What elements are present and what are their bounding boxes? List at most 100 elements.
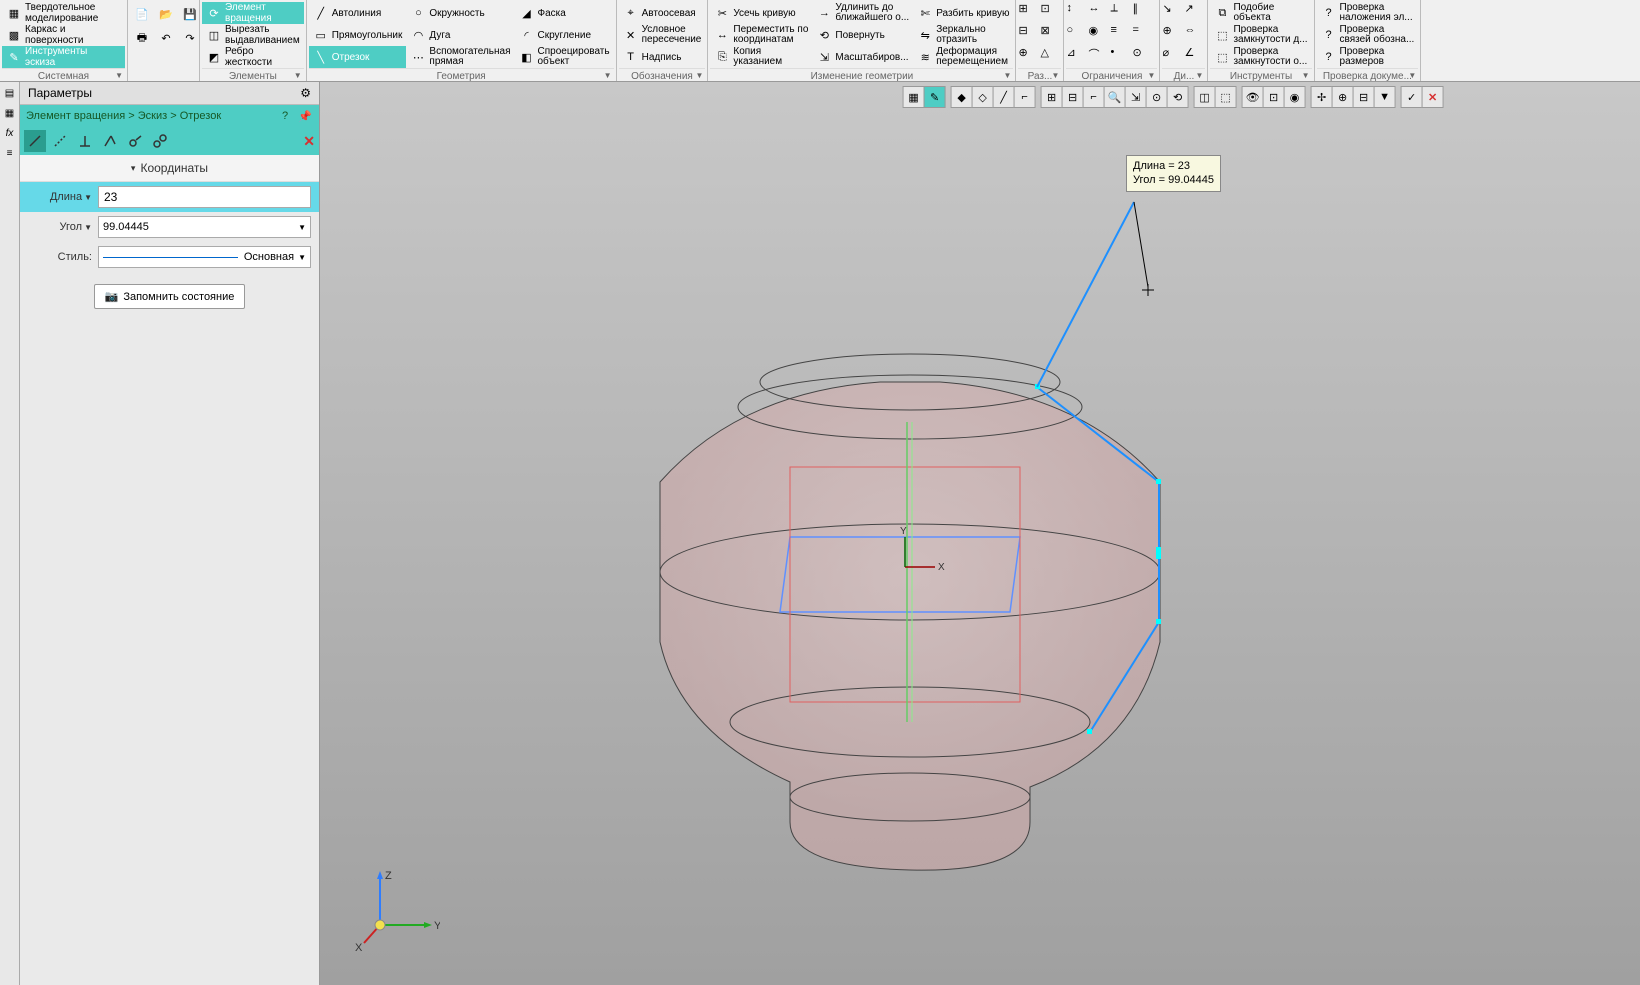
section-coordinates[interactable]: ▾ Координаты xyxy=(20,155,319,182)
autoaxis-button[interactable]: ⌖Автоосевая xyxy=(619,2,706,24)
angle-combo-dropdown-icon: ▼ xyxy=(298,223,306,232)
layout-icon-4[interactable]: ⊠ xyxy=(1040,24,1062,46)
print-icon[interactable]: 🖶 xyxy=(130,26,154,50)
tools-group: ⧉Подобие объекта ⬚Проверка замкнутости д… xyxy=(1208,0,1314,81)
chamfer-button[interactable]: ◢Фаска xyxy=(515,2,614,24)
rib-button[interactable]: ◩Ребро жесткости xyxy=(202,46,304,68)
fillet-button[interactable]: ◜Скругление xyxy=(515,24,614,46)
dim-icon-3[interactable]: ⊕ xyxy=(1162,24,1184,46)
circle-button[interactable]: ○Окружность xyxy=(406,2,514,24)
camera-icon: 📷 xyxy=(105,290,119,303)
constraint-icon-1[interactable]: ↕ xyxy=(1066,2,1088,24)
segment-mode-6-icon[interactable] xyxy=(149,130,171,152)
length-input[interactable] xyxy=(98,186,311,208)
help-icon[interactable]: ? xyxy=(277,108,293,124)
axis-gizmo[interactable]: Z Y X xyxy=(350,865,440,955)
constraint-icon-4[interactable]: ∥ xyxy=(1132,2,1154,24)
panel-header: Параметры ⚙ xyxy=(20,82,319,105)
check-overlap-button[interactable]: ?Проверка наложения эл... xyxy=(1317,2,1419,24)
constraint-icon-5[interactable]: ○ xyxy=(1066,24,1088,46)
segment-mode-2-icon[interactable] xyxy=(49,130,71,152)
autoline-button[interactable]: ╱Автолиния xyxy=(309,2,407,24)
arc-button[interactable]: ◠Дуга xyxy=(406,24,514,46)
viewport[interactable]: ▦ ✎ ◆ ◇ ╱ ⌐ ⊞ ⊟ ⌐ 🔍 ⇲ ⊙ ⟲ ◫ ⬚ 👁 ⊡ ◉ ✢ xyxy=(320,82,1640,985)
mode-wireframe[interactable]: ▩Каркас и поверхности xyxy=(2,24,125,46)
scale-button[interactable]: ⇲Масштабиров... xyxy=(812,46,913,68)
layout-icon-6[interactable]: △ xyxy=(1040,46,1062,68)
mirror-button[interactable]: ⇋Зеркально отразить xyxy=(913,24,1013,46)
constraints-group: ↕ ↔ ⟂ ∥ ○ ◉ ≡ = ⊿ ⌒ • ⊙ Ограничения▼ xyxy=(1064,0,1160,81)
constraint-icon-9[interactable]: ⊿ xyxy=(1066,46,1088,68)
rotate-button[interactable]: ⟲Повернуть xyxy=(812,24,913,46)
revolve-button[interactable]: ⟳Элемент вращения xyxy=(202,2,304,24)
check-dims-button[interactable]: ?Проверка размеров xyxy=(1317,46,1419,68)
rectangle-button[interactable]: ▭Прямоугольник xyxy=(309,24,407,46)
segment-mode-1-icon[interactable] xyxy=(24,130,46,152)
mode-solid-label: Твердотельное моделирование xyxy=(25,2,98,24)
constraint-icon-3[interactable]: ⟂ xyxy=(1110,2,1132,24)
layout-icon-2[interactable]: ⊡ xyxy=(1040,2,1062,24)
remember-state-button[interactable]: 📷 Запомнить состояние xyxy=(94,284,246,309)
close-tool-icon[interactable]: ✕ xyxy=(303,133,315,150)
constraint-icon-6[interactable]: ◉ xyxy=(1088,24,1110,46)
move-button[interactable]: ↔Переместить по координатам xyxy=(710,24,812,46)
angle-row: Угол▼ 99.04445 ▼ xyxy=(20,212,319,242)
layout-icon-1[interactable]: ⊞ xyxy=(1018,2,1040,24)
panel-settings-icon[interactable]: ⚙ xyxy=(300,86,311,100)
save-icon[interactable]: 💾 xyxy=(178,2,202,26)
mode-solid[interactable]: ▦Твердотельное моделирование xyxy=(2,2,125,24)
strip-menu-icon[interactable]: ≡ xyxy=(1,144,19,162)
similar-button[interactable]: ⧉Подобие объекта xyxy=(1210,2,1311,24)
panel-title: Параметры xyxy=(28,86,92,100)
auxline-button[interactable]: ⋯Вспомогательная прямая xyxy=(406,46,514,68)
constraint-icon-2[interactable]: ↔ xyxy=(1088,2,1110,24)
dropdown-geometry-icon: ▼ xyxy=(604,71,612,80)
angle-combo[interactable]: 99.04445 ▼ xyxy=(98,216,311,238)
layout-icon-5[interactable]: ⊕ xyxy=(1018,46,1040,68)
segment-mode-3-icon[interactable] xyxy=(74,130,96,152)
segment-mode-5-icon[interactable] xyxy=(124,130,146,152)
extrude-cut-button[interactable]: ◫Вырезать выдавливанием xyxy=(202,24,304,46)
constraint-icon-10[interactable]: ⌒ xyxy=(1088,46,1110,68)
text-button[interactable]: TНадпись xyxy=(619,46,706,68)
segment-button[interactable]: ╲Отрезок xyxy=(309,46,407,68)
style-row: Стиль: Основная ▼ xyxy=(20,242,319,272)
new-icon[interactable]: 📄 xyxy=(130,2,154,26)
model-3d: X Y xyxy=(320,82,1640,985)
labels-group: ⌖Автоосевая ✕Условное пересечение TНадпи… xyxy=(617,0,709,81)
constraint-icon-11[interactable]: • xyxy=(1110,46,1132,68)
strip-fx-icon[interactable]: fx xyxy=(1,124,19,142)
dim-icon-6[interactable]: ∠ xyxy=(1184,46,1206,68)
svg-text:Z: Z xyxy=(385,870,392,882)
constraint-icon-7[interactable]: ≡ xyxy=(1110,24,1132,46)
undo-icon[interactable]: ↶ xyxy=(154,26,178,50)
angle-dropdown-icon[interactable]: ▼ xyxy=(84,223,92,232)
pin-icon[interactable]: 📌 xyxy=(297,108,313,124)
dim-icon-4[interactable]: ⇔ xyxy=(1184,24,1206,46)
dim-icon-2[interactable]: ↗ xyxy=(1184,2,1206,24)
redo-icon[interactable]: ↷ xyxy=(178,26,202,50)
deform-button[interactable]: ≋Деформация перемещением xyxy=(913,46,1013,68)
mode-sketch-tools[interactable]: ✎Инструменты эскиза xyxy=(2,46,125,68)
open-icon[interactable]: 📂 xyxy=(154,2,178,26)
cond-intersect-button[interactable]: ✕Условное пересечение xyxy=(619,24,706,46)
style-combo[interactable]: Основная ▼ xyxy=(98,246,311,268)
length-dropdown-icon[interactable]: ▼ xyxy=(84,193,92,202)
trim-button[interactable]: ✂Усечь кривую xyxy=(710,2,812,24)
measurement-tooltip: Длина = 23 Угол = 99.04445 xyxy=(1126,155,1221,192)
dim-icon-5[interactable]: ⌀ xyxy=(1162,46,1184,68)
dim-icon-1[interactable]: ↘ xyxy=(1162,2,1184,24)
extend-button[interactable]: →Удлинить до ближайшего о... xyxy=(812,2,913,24)
copy-button[interactable]: ⎘Копия указанием xyxy=(710,46,812,68)
check-links-button[interactable]: ?Проверка связей обозна... xyxy=(1317,24,1419,46)
check-closed-o-button[interactable]: ⬚Проверка замкнутости о... xyxy=(1210,46,1311,68)
constraint-icon-12[interactable]: ⊙ xyxy=(1132,46,1154,68)
layout-icon-3[interactable]: ⊟ xyxy=(1018,24,1040,46)
strip-tree-icon[interactable]: ▦ xyxy=(1,104,19,122)
segment-mode-4-icon[interactable] xyxy=(99,130,121,152)
strip-panel-icon[interactable]: ▤ xyxy=(1,84,19,102)
split-button[interactable]: ✄Разбить кривую xyxy=(913,2,1013,24)
constraint-icon-8[interactable]: = xyxy=(1132,24,1154,46)
project-button[interactable]: ◧Спроецировать объект xyxy=(515,46,614,68)
check-closed-d-button[interactable]: ⬚Проверка замкнутости д... xyxy=(1210,24,1311,46)
